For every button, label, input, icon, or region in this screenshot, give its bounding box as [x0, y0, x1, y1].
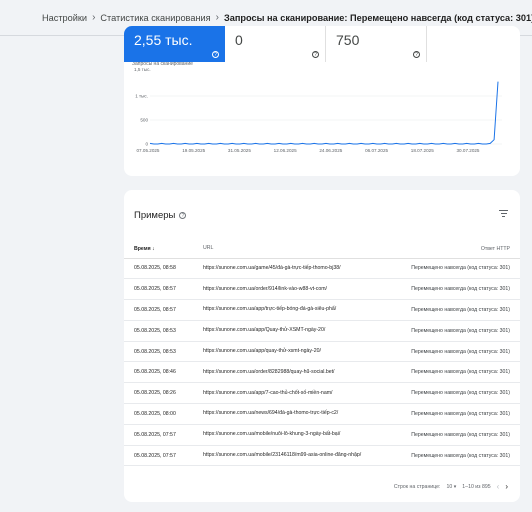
column-time[interactable]: Время ↓: [124, 240, 203, 259]
y-tick-label: 0: [145, 142, 148, 147]
rows-per-page-select[interactable]: 10 ▾: [446, 484, 456, 490]
row-url[interactable]: https://sunone.com.ua/mobile/nuôi-lô-khu…: [203, 424, 403, 446]
help-icon[interactable]: ?: [312, 51, 319, 58]
row-response: Перемещено навсегда (код статуса: 301): [403, 382, 520, 405]
next-page-icon[interactable]: ›: [505, 482, 508, 491]
metric-value: 2,55 тыс.: [134, 32, 193, 48]
table-row[interactable]: 05.08.2025, 07:57 https://sunone.com.ua/m…: [124, 424, 520, 446]
dropdown-arrow-icon: ▾: [453, 483, 457, 490]
x-tick-label: 07.05.2025: [137, 148, 160, 153]
row-time: 05.08.2025, 08:57: [124, 278, 203, 301]
breadcrumb-separator: ›: [215, 12, 219, 23]
table-row[interactable]: 05.08.2025, 08:57 https://sunone.com.ua/a…: [124, 299, 520, 321]
rows-per-page-label: Строк на странице:: [393, 483, 441, 490]
row-url[interactable]: https://sunone.com.ua/app/quay-thử-xsmt-…: [203, 341, 403, 363]
x-tick-label: 12.06.2025: [274, 148, 297, 153]
row-time: 05.08.2025, 08:57: [124, 299, 203, 321]
prev-page-icon[interactable]: ‹: [497, 482, 500, 491]
row-response: Перемещено навсегда (код статуса: 301): [403, 424, 520, 446]
series-line: [149, 81, 499, 145]
column-time-label: Время: [134, 245, 151, 252]
examples-title: Примеры: [134, 210, 176, 221]
table-header-row: Время ↓ URL Ответ HTTP: [124, 240, 520, 259]
x-tick-label: 31.05.2025: [228, 148, 251, 153]
row-response: Перемещено навсегда (код статуса: 301): [403, 320, 520, 342]
pagination-range: 1–10 из 895: [462, 483, 491, 490]
breadcrumb-settings[interactable]: Настройки: [42, 13, 87, 23]
y-tick-label: 1 тыс.: [135, 94, 148, 99]
row-time: 05.08.2025, 08:46: [124, 361, 203, 384]
row-url[interactable]: https://sunone.com.ua/app/trực-tiếp-bóng…: [203, 299, 403, 321]
table-row[interactable]: 05.08.2025, 08:53 https://sunone.com.ua/a…: [124, 341, 520, 363]
examples-table: Время ↓ URL Ответ HTTP 05.08.2025, 08:58…: [124, 240, 520, 467]
row-response: Перемещено навсегда (код статуса: 301): [403, 403, 520, 425]
column-url[interactable]: URL: [203, 240, 403, 259]
breadcrumb-current: Запросы на сканирование: Перемещено навс…: [223, 12, 532, 23]
row-time: 05.08.2025, 08:26: [124, 382, 203, 405]
row-response: Перемещено навсегда (код статуса: 301): [403, 299, 520, 321]
row-url[interactable]: https://sunone.com.ua/mobile/23146118/m9…: [203, 445, 403, 467]
row-time: 05.08.2025, 08:00: [124, 403, 203, 425]
row-url[interactable]: https://sunone.com.ua/news/694/đá-gà-tho…: [203, 403, 403, 425]
table-row[interactable]: 05.08.2025, 08:58 https://sunone.com.ua/g…: [124, 258, 520, 280]
table-row[interactable]: 05.08.2025, 08:57 https://sunone.com.ua/o…: [124, 278, 520, 301]
metric-response-time[interactable]: 750 ?: [326, 26, 427, 62]
table-row[interactable]: 05.08.2025, 08:46 https://sunone.com.ua/o…: [124, 361, 520, 384]
row-response: Перемещено навсегда (код статуса: 301): [403, 341, 520, 363]
x-tick-label: 24.06.2025: [319, 148, 342, 153]
table-row[interactable]: 05.08.2025, 08:26 https://sunone.com.ua/a…: [124, 382, 520, 405]
metric-download-size[interactable]: 0 ?: [225, 26, 326, 62]
row-url[interactable]: https://sunone.com.ua/order/8282988/quay…: [203, 361, 403, 384]
row-url[interactable]: https://sunone.com.ua/app/Quay-thử-XSMT-…: [203, 320, 403, 342]
examples-header: Примеры ?: [134, 210, 187, 221]
pagination: Строк на странице: 10 ▾ 1–10 из 895 ‹ ›: [124, 482, 520, 491]
examples-card: Примеры ? Время ↓ URL Ответ HTTP 05.08.2…: [124, 190, 520, 502]
help-icon[interactable]: ?: [179, 212, 187, 219]
y-tick-label: 1,5 тыс.: [134, 67, 151, 72]
table-row[interactable]: 05.08.2025, 07:57 https://sunone.com.ua/m…: [124, 445, 520, 467]
sort-arrow-down-icon: ↓: [152, 245, 155, 252]
row-url[interactable]: https://sunone.com.ua/order/914/link-vào…: [203, 278, 403, 301]
x-tick-label: 30.07.2025: [457, 148, 480, 153]
row-response: Перемещено навсегда (код статуса: 301): [403, 258, 520, 280]
row-url[interactable]: https://sunone.com.ua/app/7-cao-thủ-chốt…: [203, 382, 403, 405]
help-icon[interactable]: ?: [212, 51, 219, 58]
row-time: 05.08.2025, 08:53: [124, 341, 203, 363]
row-time: 05.08.2025, 08:53: [124, 320, 203, 342]
row-response: Перемещено навсегда (код статуса: 301): [403, 278, 520, 301]
x-tick-label: 18.07.2025: [411, 148, 434, 153]
help-icon[interactable]: ?: [413, 51, 420, 58]
table-row[interactable]: 05.08.2025, 08:00 https://sunone.com.ua/n…: [124, 403, 520, 425]
crawl-requests-chart: Запросы на сканирование1,5 тыс.1 тыс.500…: [132, 62, 502, 153]
y-tick-label: 500: [140, 118, 148, 123]
x-tick-label: 19.05.2025: [182, 148, 205, 153]
breadcrumb-crawl-stats[interactable]: Статистика сканирования: [100, 13, 210, 23]
metric-total-requests[interactable]: 2,55 тыс. ?: [124, 26, 225, 62]
x-tick-label: 06.07.2025: [365, 148, 388, 153]
row-response: Перемещено навсегда (код статуса: 301): [403, 361, 520, 384]
row-time: 05.08.2025, 08:58: [124, 258, 203, 280]
column-response[interactable]: Ответ HTTP: [403, 240, 520, 259]
crawl-requests-card: 2,55 тыс. ? 0 ? 750 ? Запросы на сканиро…: [124, 26, 520, 176]
table-row[interactable]: 05.08.2025, 08:53 https://sunone.com.ua/a…: [124, 320, 520, 342]
metric-value: 0: [235, 32, 243, 48]
rows-per-page-value: 10: [446, 483, 453, 490]
filter-icon[interactable]: [499, 210, 508, 218]
row-time: 05.08.2025, 07:57: [124, 424, 203, 446]
metric-value: 750: [336, 32, 360, 48]
row-response: Перемещено навсегда (код статуса: 301): [403, 445, 520, 467]
row-time: 05.08.2025, 07:57: [124, 445, 203, 467]
breadcrumb-separator: ›: [92, 12, 96, 23]
row-url[interactable]: https://sunone.com.ua/game/45/đá-gà-trực…: [203, 258, 403, 280]
